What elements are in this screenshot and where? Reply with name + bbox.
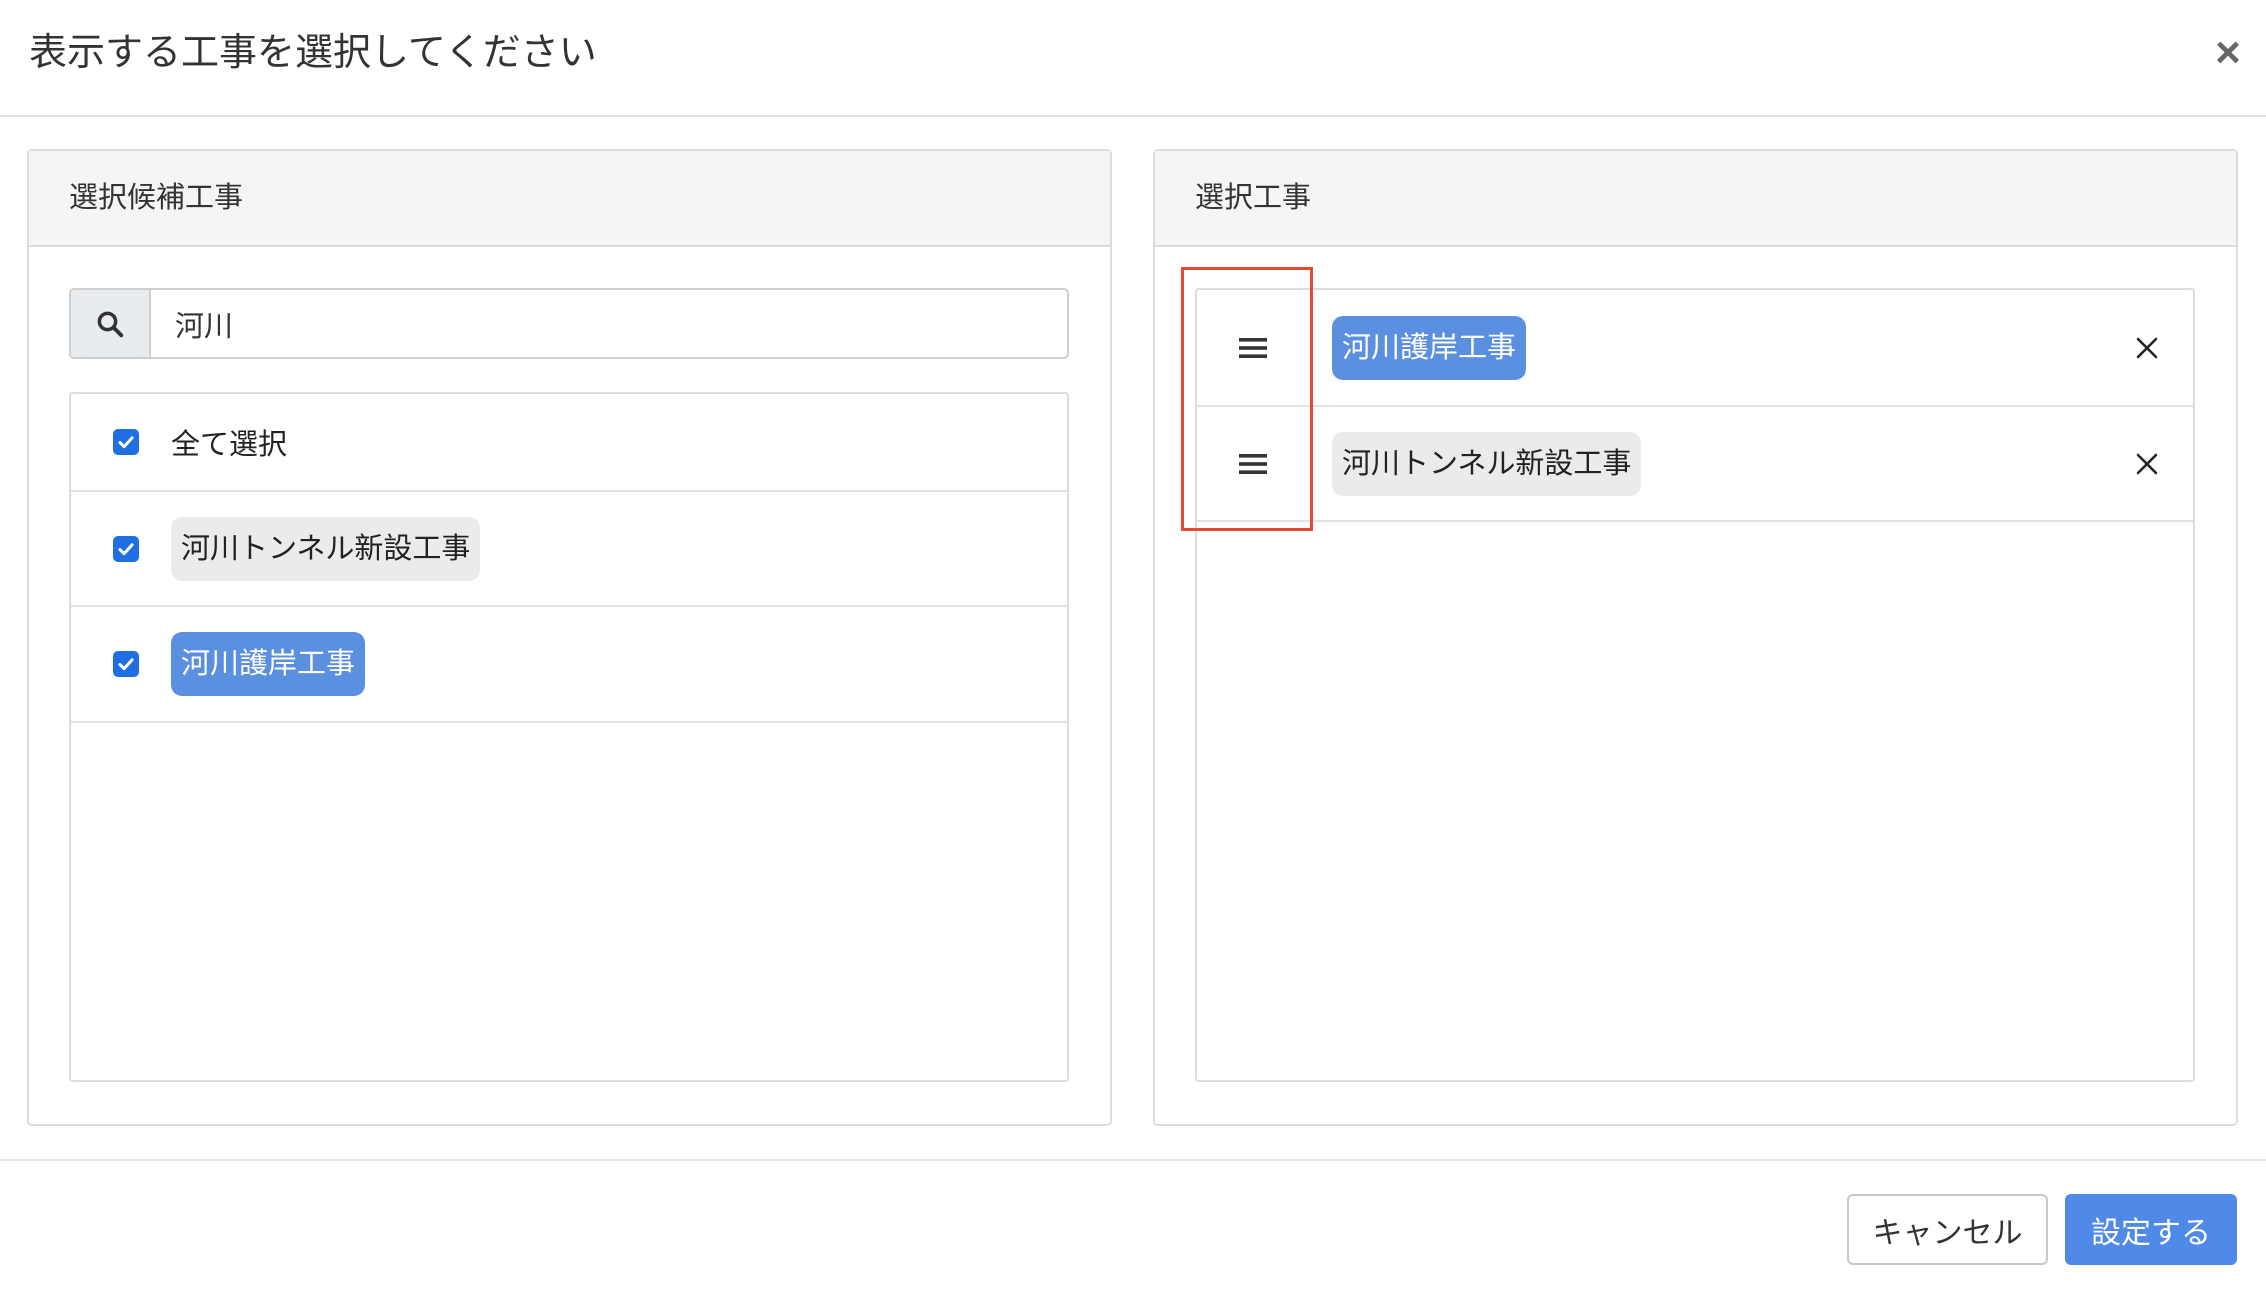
modal-title: 表示する工事を選択してください (29, 32, 597, 74)
selected-list: 河川護岸工事 河川トンネル新設工事 (1195, 288, 2195, 1082)
list-item[interactable]: 河川トンネル新設工事 (71, 492, 1067, 607)
item-checkbox[interactable] (113, 651, 139, 677)
candidates-panel-header: 選択候補工事 (29, 151, 1110, 247)
selected-panel-title: 選択工事 (1195, 182, 1312, 214)
project-tag: 河川トンネル新設工事 (1332, 431, 1642, 496)
selected-item[interactable]: 河川トンネル新設工事 (1197, 407, 2193, 522)
search-group (69, 288, 1069, 359)
project-tag: 河川トンネル新設工事 (171, 516, 481, 581)
header-divider (0, 115, 2266, 117)
remove-icon[interactable] (2127, 444, 2167, 484)
drag-handle-icon[interactable] (1233, 444, 1273, 484)
selected-panel: 選択工事 河川護岸工事 河川トンネル新設工事 (1153, 149, 2238, 1126)
drag-handle-icon[interactable] (1233, 328, 1273, 368)
project-tag: 河川護岸工事 (1332, 315, 1527, 380)
selected-panel-header: 選択工事 (1155, 151, 2236, 247)
item-checkbox[interactable] (113, 535, 139, 562)
search-icon[interactable] (69, 288, 149, 359)
candidates-panel-title: 選択候補工事 (69, 182, 244, 214)
list-item[interactable]: 河川護岸工事 (71, 607, 1067, 723)
project-tag: 河川護岸工事 (171, 632, 366, 696)
footer-divider (0, 1159, 2266, 1161)
cancel-button[interactable]: キャンセル (1847, 1194, 2048, 1265)
select-all-label: 全て選択 (171, 429, 288, 461)
selected-item[interactable]: 河川護岸工事 (1197, 290, 2193, 407)
remove-icon[interactable] (2127, 328, 2167, 368)
select-all-checkbox[interactable] (113, 429, 139, 455)
search-input[interactable] (149, 288, 1069, 359)
close-icon[interactable]: × (2208, 30, 2248, 76)
candidates-panel: 選択候補工事 全て選択 河川トンネル新設工事 河川護岸 (27, 149, 1112, 1126)
candidates-list: 全て選択 河川トンネル新設工事 河川護岸工事 (69, 392, 1069, 1082)
submit-button[interactable]: 設定する (2065, 1194, 2237, 1265)
select-all-row[interactable]: 全て選択 (71, 394, 1067, 492)
